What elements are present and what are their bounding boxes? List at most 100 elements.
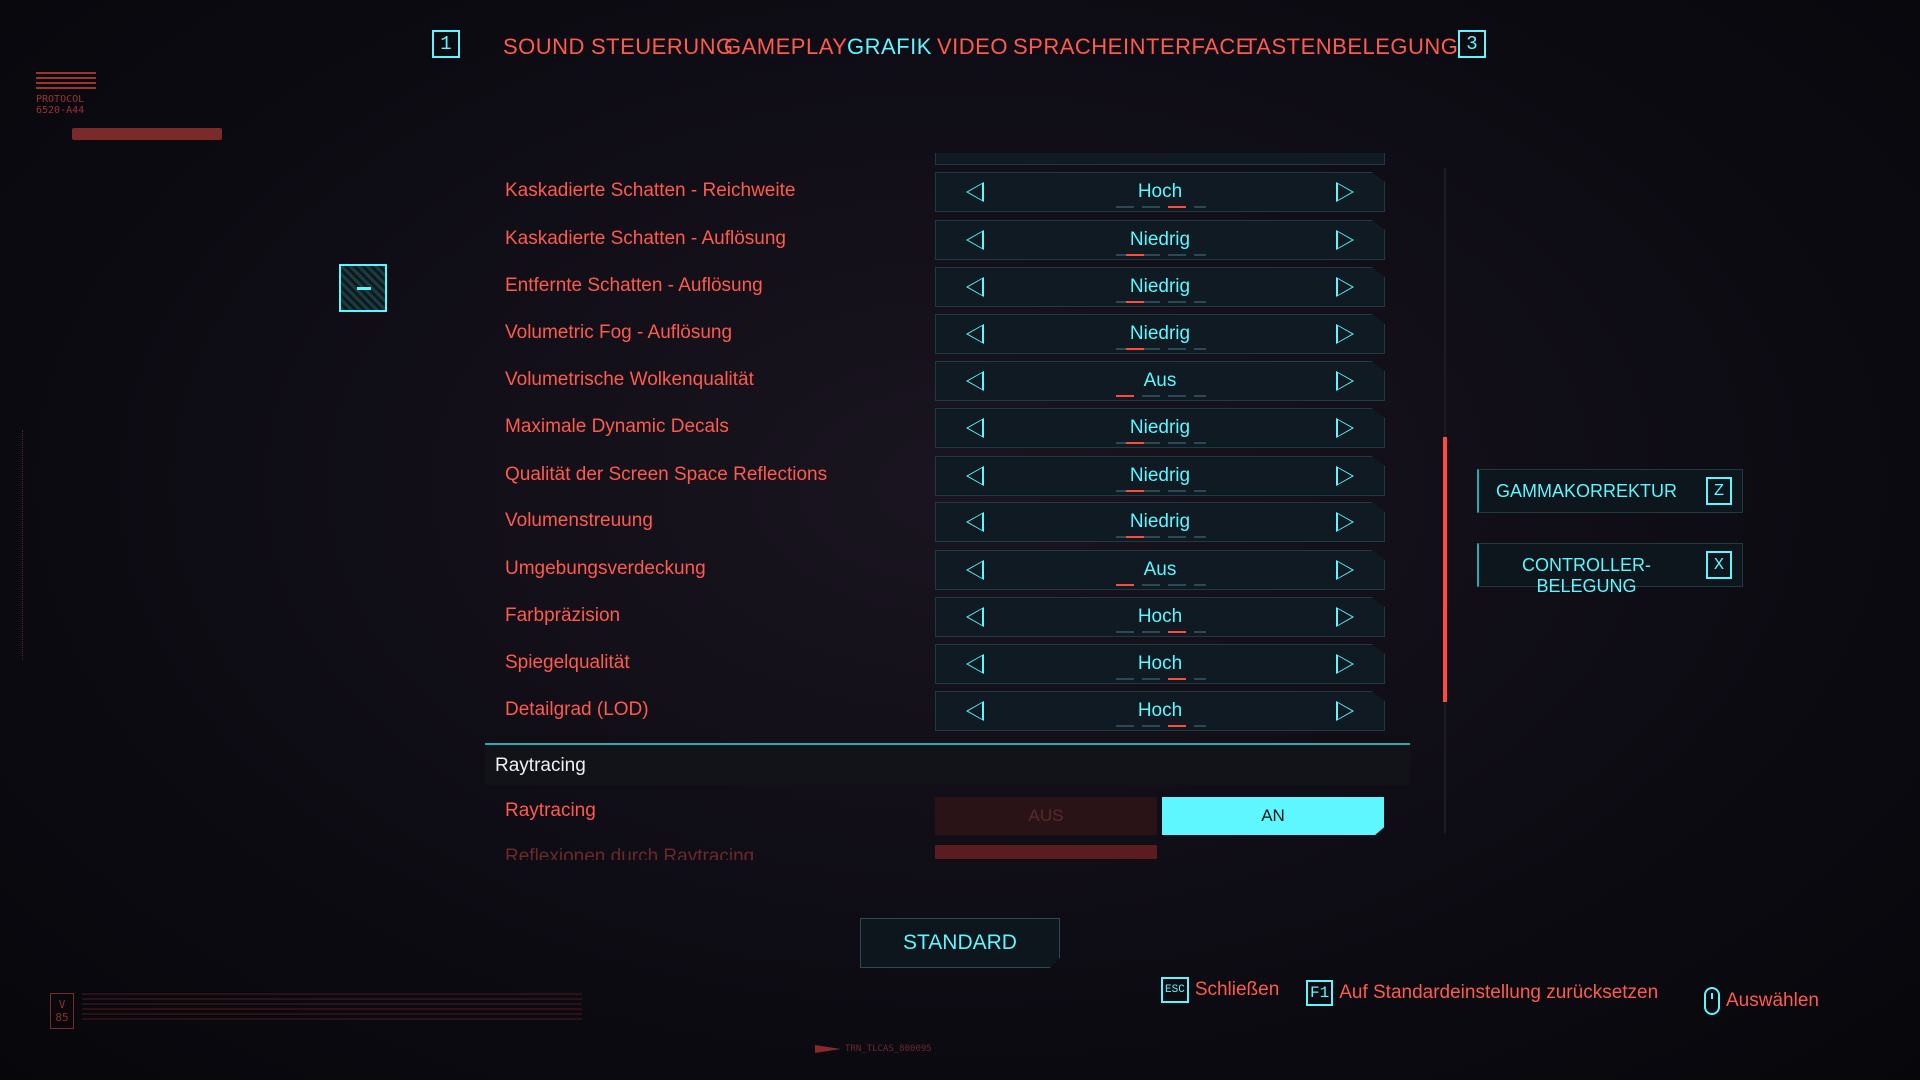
- arrow-right-icon[interactable]: [1336, 512, 1354, 532]
- protocol-logo: [36, 72, 96, 90]
- arrow-right-icon[interactable]: [1336, 277, 1354, 297]
- setting-selector[interactable]: Niedrig: [935, 408, 1385, 448]
- setting-selector[interactable]: Niedrig: [935, 456, 1385, 496]
- arrow-right-icon[interactable]: [1336, 371, 1354, 391]
- setting-value: Niedrig: [1129, 323, 1191, 344]
- reset-hint-label: Auf Standardeinstellung zurücksetzen: [1339, 982, 1659, 1003]
- setting-row: Volumetrische Wolkenqualität Aus: [505, 361, 1385, 403]
- setting-selector[interactable]: Niedrig: [935, 502, 1385, 542]
- tab-sound[interactable]: SOUND: [503, 34, 585, 60]
- arrow-right-icon[interactable]: [1336, 324, 1354, 344]
- protocol-bar: [72, 128, 222, 140]
- setting-label: Farbpräzision: [505, 605, 621, 626]
- setting-selector[interactable]: Niedrig: [935, 267, 1385, 307]
- setting-value: Niedrig: [1129, 229, 1191, 250]
- setting-row: Volumetric Fog - Auflösung Niedrig: [505, 314, 1385, 356]
- setting-selector[interactable]: Hoch: [935, 644, 1385, 684]
- category-icon: [339, 264, 387, 312]
- setting-label: Volumetrische Wolkenqualität: [505, 369, 754, 390]
- arrow-right-icon[interactable]: [1336, 701, 1354, 721]
- arrow-right-icon[interactable]: [1336, 230, 1354, 250]
- setting-level-ticks: [1116, 395, 1206, 397]
- setting-value: Aus: [1143, 370, 1177, 391]
- setting-row: Qualität der Screen Space Reflections Nie…: [505, 456, 1385, 498]
- setting-row: Farbpräzision Hoch: [505, 597, 1385, 639]
- setting-label: Kaskadierte Schatten - Auflösung: [505, 228, 786, 249]
- setting-level-ticks: [1116, 254, 1206, 256]
- setting-selector[interactable]: Aus: [935, 361, 1385, 401]
- setting-value: Hoch: [1137, 700, 1183, 721]
- raytracing-label: Raytracing: [505, 800, 596, 821]
- setting-selector[interactable]: Hoch: [935, 172, 1385, 212]
- prev-tab-key[interactable]: 1: [432, 30, 460, 58]
- version-badge: V 85: [50, 993, 74, 1029]
- raytracing-off-button[interactable]: AUS: [935, 797, 1157, 835]
- setting-level-ticks: [1116, 678, 1206, 680]
- setting-row: Umgebungsverdeckung Aus: [505, 550, 1385, 592]
- f1-key: F1: [1306, 980, 1334, 1006]
- setting-level-ticks: [1116, 725, 1206, 727]
- controller-mapping-label: CONTROLLER-BELEGUNG: [1521, 555, 1651, 596]
- arrow-right-icon[interactable]: [1336, 654, 1354, 674]
- reset-hint[interactable]: F1 Auf Standardeinstellung zurücksetzen: [1306, 980, 1658, 1006]
- setting-row: Entfernte Schatten - Auflösung Niedrig: [505, 267, 1385, 309]
- tab-interface[interactable]: INTERFACE: [1123, 34, 1251, 60]
- protocol-line1: PROTOCOL: [36, 94, 85, 105]
- setting-label: Kaskadierte Schatten - Reichweite: [505, 180, 796, 201]
- setting-label: Maximale Dynamic Decals: [505, 416, 729, 437]
- setting-row: Kaskadierte Schatten - Reichweite Hoch: [505, 172, 1385, 214]
- arrow-right-icon[interactable]: [1336, 182, 1354, 202]
- esc-key: ESC: [1161, 977, 1189, 1003]
- controller-mapping-button[interactable]: CONTROLLER-BELEGUNG X: [1477, 543, 1743, 596]
- setting-label: Entfernte Schatten - Auflösung: [505, 275, 763, 296]
- arrow-right-icon[interactable]: [1336, 560, 1354, 580]
- tab-tastenbelegung[interactable]: TASTENBELEGUNG: [1244, 34, 1458, 60]
- gamma-correction-label: GAMMAKORREKTUR: [1495, 481, 1677, 501]
- clipped-selector-top: [935, 153, 1385, 165]
- setting-level-ticks: [1116, 536, 1206, 538]
- tab-gameplay[interactable]: GAMEPLAY: [724, 34, 847, 60]
- setting-row: Kaskadierte Schatten - Auflösung Niedrig: [505, 220, 1385, 262]
- scroll-thumb[interactable]: [1443, 437, 1447, 702]
- mouse-icon: [1704, 987, 1720, 1015]
- setting-selector[interactable]: Aus: [935, 550, 1385, 590]
- setting-label: Volumenstreuung: [505, 510, 653, 531]
- close-hint[interactable]: ESC Schließen: [1161, 977, 1279, 1003]
- setting-value: Niedrig: [1129, 465, 1191, 486]
- setting-label: Volumetric Fog - Auflösung: [505, 322, 733, 343]
- legal-text-deco: [82, 993, 582, 1023]
- setting-level-ticks: [1116, 348, 1206, 350]
- setting-value: Niedrig: [1129, 276, 1191, 297]
- arrow-right-icon[interactable]: [1336, 607, 1354, 627]
- setting-value: Aus: [1143, 559, 1177, 580]
- select-hint[interactable]: Auswählen: [1704, 987, 1819, 1015]
- setting-label: Qualität der Screen Space Reflections: [505, 464, 828, 485]
- protocol-line2: 6520-A44: [36, 105, 85, 116]
- footer-arrow-icon: [815, 1045, 841, 1053]
- tab-video[interactable]: VIDEO: [937, 34, 1008, 60]
- setting-label: Detailgrad (LOD): [505, 699, 649, 720]
- arrow-right-icon[interactable]: [1336, 418, 1354, 438]
- setting-level-ticks: [1116, 442, 1206, 444]
- setting-selector[interactable]: Hoch: [935, 691, 1385, 731]
- protocol-deco: PROTOCOL 6520-A44: [36, 72, 96, 116]
- tab-sprache[interactable]: SPRACHE: [1013, 34, 1123, 60]
- setting-row: Spiegelqualität Hoch: [505, 644, 1385, 686]
- tab-steuerung[interactable]: STEUERUNG: [591, 34, 734, 60]
- setting-selector[interactable]: Niedrig: [935, 220, 1385, 260]
- setting-selector[interactable]: Hoch: [935, 597, 1385, 637]
- close-hint-label: Schließen: [1194, 979, 1280, 1000]
- setting-value: Niedrig: [1129, 511, 1191, 532]
- arrow-right-icon[interactable]: [1336, 466, 1354, 486]
- footer-code: TRN_TLCAS_800095: [845, 1044, 932, 1054]
- tab-grafik[interactable]: GRAFIK: [847, 34, 932, 60]
- setting-label: Umgebungsverdeckung: [505, 558, 706, 579]
- gamma-correction-key: Z: [1706, 477, 1732, 505]
- next-tab-key[interactable]: 3: [1458, 30, 1486, 58]
- gamma-correction-button[interactable]: GAMMAKORREKTUR Z: [1477, 469, 1743, 513]
- select-hint-label: Auswählen: [1726, 990, 1819, 1011]
- raytracing-reflections-toggle[interactable]: [935, 845, 1157, 859]
- standard-button[interactable]: STANDARD: [860, 918, 1060, 968]
- setting-selector[interactable]: Niedrig: [935, 314, 1385, 354]
- raytracing-on-button[interactable]: AN: [1162, 797, 1384, 835]
